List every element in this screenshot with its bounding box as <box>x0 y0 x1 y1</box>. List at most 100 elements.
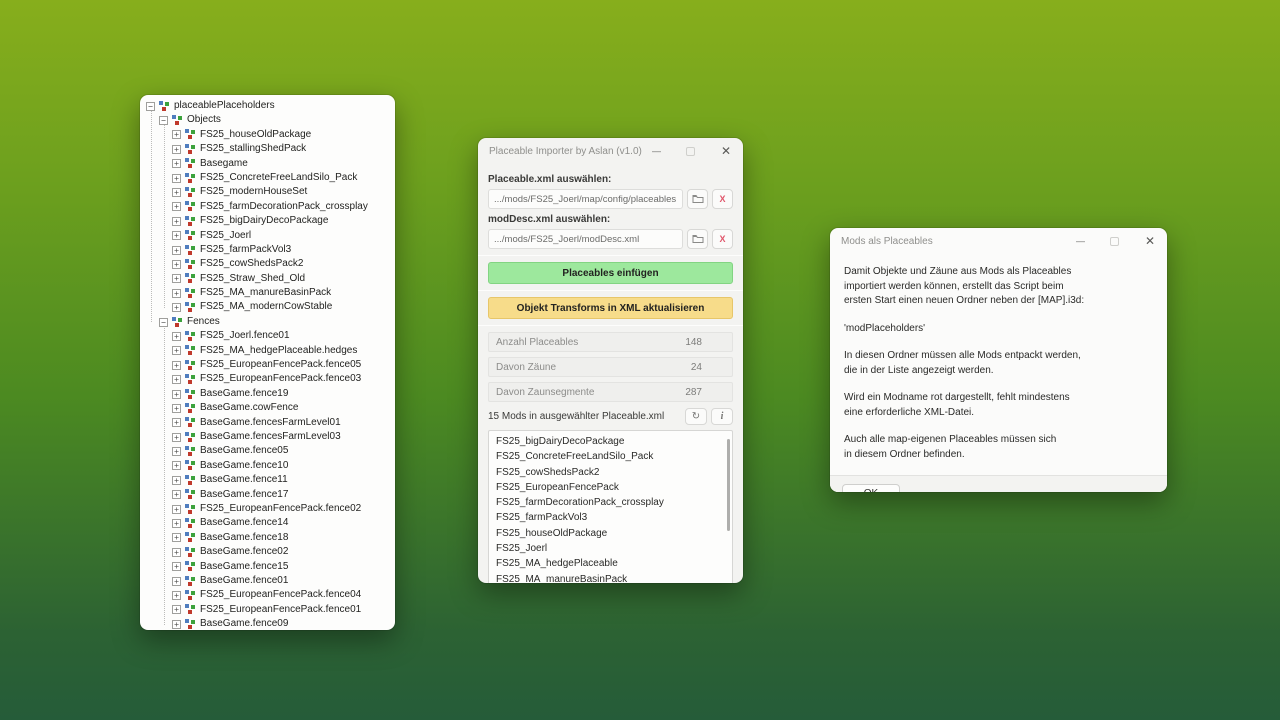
tree-item[interactable]: + FS25_bigDairyDecoPackage <box>140 214 395 228</box>
insert-placeables-button[interactable]: Placeables einfügen <box>488 262 733 284</box>
tree-item[interactable]: + BaseGame.fence02 <box>140 545 395 559</box>
expander-toggle-icon[interactable]: + <box>172 202 181 211</box>
expander-toggle-icon[interactable]: + <box>172 303 181 312</box>
tree-item[interactable]: + BaseGame.fence19 <box>140 387 395 401</box>
maximize-icon[interactable] <box>1110 237 1119 246</box>
expander-toggle-icon[interactable]: + <box>172 404 181 413</box>
info-button[interactable]: i <box>711 408 733 425</box>
close-icon[interactable]: ✕ <box>721 145 731 157</box>
browse-placeable-button[interactable] <box>687 189 708 209</box>
tree-item[interactable]: + BaseGame.fencesFarmLevel01 <box>140 416 395 430</box>
expander-toggle-icon[interactable]: + <box>172 159 181 168</box>
close-icon[interactable]: ✕ <box>1145 235 1155 247</box>
mod-list-item[interactable]: FS25_MA_manureBasinPack <box>489 572 732 583</box>
tree-item[interactable]: + FS25_EuropeanFencePack.fence03 <box>140 372 395 386</box>
tree-item[interactable]: + FS25_Joerl.fence01 <box>140 329 395 343</box>
ok-button[interactable]: OK <box>842 484 900 492</box>
expander-toggle-icon[interactable]: + <box>172 605 181 614</box>
tree-item[interactable]: + FS25_EuropeanFencePack.fence05 <box>140 358 395 372</box>
expander-toggle-icon[interactable]: + <box>172 260 181 269</box>
tree-item[interactable]: + FS25_EuropeanFencePack.fence04 <box>140 588 395 602</box>
mod-list-item[interactable]: FS25_ConcreteFreeLandSilo_Pack <box>489 449 732 464</box>
tree-item[interactable]: + BaseGame.fence18 <box>140 531 395 545</box>
minimize-icon[interactable]: — <box>1076 237 1084 246</box>
tree-item[interactable]: + Basegame <box>140 157 395 171</box>
tree-item[interactable]: + BaseGame.fence09 <box>140 617 395 630</box>
tree-item[interactable]: + FS25_MA_manureBasinPack <box>140 286 395 300</box>
expander-toggle-icon[interactable]: + <box>172 447 181 456</box>
mod-list-item[interactable]: FS25_farmDecorationPack_crossplay <box>489 495 732 510</box>
tree-item[interactable]: + FS25_stallingShedPack <box>140 142 395 156</box>
expander-toggle-icon[interactable]: + <box>172 476 181 485</box>
expander-toggle-icon[interactable]: + <box>172 461 181 470</box>
expander-toggle-icon[interactable]: + <box>172 390 181 399</box>
tree-item[interactable]: + FS25_EuropeanFencePack.fence02 <box>140 502 395 516</box>
tree-item[interactable]: + FS25_EuropeanFencePack.fence01 <box>140 603 395 617</box>
expander-toggle-icon[interactable]: + <box>172 519 181 528</box>
tree-item[interactable]: + BaseGame.fence15 <box>140 560 395 574</box>
expander-toggle-icon[interactable]: + <box>172 490 181 499</box>
tree-item[interactable]: + FS25_farmDecorationPack_crossplay <box>140 200 395 214</box>
moddesc-xml-path-input[interactable] <box>488 229 683 249</box>
expander-toggle-icon[interactable]: + <box>172 246 181 255</box>
tree-item[interactable]: + BaseGame.fence11 <box>140 473 395 487</box>
tree-item[interactable]: − Fences <box>140 315 395 329</box>
expander-toggle-icon[interactable]: + <box>172 577 181 586</box>
tree-item[interactable]: + BaseGame.fence05 <box>140 444 395 458</box>
expander-toggle-icon[interactable]: + <box>172 174 181 183</box>
browse-moddesc-button[interactable] <box>687 229 708 249</box>
tree-item[interactable]: + BaseGame.fence14 <box>140 516 395 530</box>
tree-item[interactable]: + FS25_cowShedsPack2 <box>140 257 395 271</box>
tree-item[interactable]: + FS25_Straw_Shed_Old <box>140 272 395 286</box>
expander-toggle-icon[interactable]: + <box>172 375 181 384</box>
expander-toggle-icon[interactable]: + <box>172 231 181 240</box>
tree-item[interactable]: + FS25_modernHouseSet <box>140 185 395 199</box>
tree-item[interactable]: + FS25_MA_hedgePlaceable.hedges <box>140 344 395 358</box>
expander-toggle-icon[interactable]: + <box>172 274 181 283</box>
expander-toggle-icon[interactable]: + <box>172 130 181 139</box>
mod-list-item[interactable]: FS25_cowShedsPack2 <box>489 465 732 480</box>
expander-toggle-icon[interactable]: + <box>172 562 181 571</box>
tree-item[interactable]: − placeablePlaceholders <box>140 99 395 113</box>
expander-toggle-icon[interactable]: + <box>172 332 181 341</box>
tree-item[interactable]: − Objects <box>140 113 395 127</box>
tree-item[interactable]: + BaseGame.fence10 <box>140 459 395 473</box>
tree-item[interactable]: + FS25_farmPackVol3 <box>140 243 395 257</box>
tree-item[interactable]: + BaseGame.cowFence <box>140 401 395 415</box>
mod-list-item[interactable]: FS25_Joerl <box>489 541 732 556</box>
expander-toggle-icon[interactable]: + <box>172 217 181 226</box>
expander-toggle-icon[interactable]: − <box>159 318 168 327</box>
expander-toggle-icon[interactable]: + <box>172 433 181 442</box>
mod-list-item[interactable]: FS25_bigDairyDecoPackage <box>489 434 732 449</box>
expander-toggle-icon[interactable]: + <box>172 591 181 600</box>
expander-toggle-icon[interactable]: + <box>172 289 181 298</box>
expander-toggle-icon[interactable]: + <box>172 188 181 197</box>
refresh-button[interactable]: ↻ <box>685 408 707 425</box>
scrollbar-thumb[interactable] <box>727 439 730 531</box>
tree-item[interactable]: + BaseGame.fence01 <box>140 574 395 588</box>
mod-list-item[interactable]: FS25_farmPackVol3 <box>489 510 732 525</box>
clear-placeable-button[interactable]: X <box>712 189 733 209</box>
expander-toggle-icon[interactable]: + <box>172 418 181 427</box>
expander-toggle-icon[interactable]: + <box>172 548 181 557</box>
expander-toggle-icon[interactable]: − <box>159 116 168 125</box>
update-transforms-button[interactable]: Objekt Transforms in XML aktualisieren <box>488 297 733 319</box>
mod-list-item[interactable]: FS25_MA_hedgePlaceable <box>489 556 732 571</box>
tree-item[interactable]: + FS25_ConcreteFreeLandSilo_Pack <box>140 171 395 185</box>
expander-toggle-icon[interactable]: − <box>146 102 155 111</box>
placeable-xml-path-input[interactable] <box>488 189 683 209</box>
minimize-icon[interactable]: — <box>652 147 660 156</box>
tree-item[interactable]: + BaseGame.fence17 <box>140 488 395 502</box>
clear-moddesc-button[interactable]: X <box>712 229 733 249</box>
expander-toggle-icon[interactable]: + <box>172 533 181 542</box>
tree-item[interactable]: + FS25_houseOldPackage <box>140 128 395 142</box>
expander-toggle-icon[interactable]: + <box>172 145 181 154</box>
tree-item[interactable]: + FS25_MA_modernCowStable <box>140 300 395 314</box>
tree-item[interactable]: + FS25_Joerl <box>140 229 395 243</box>
mod-list-item[interactable]: FS25_houseOldPackage <box>489 526 732 541</box>
mod-list-item[interactable]: FS25_EuropeanFencePack <box>489 480 732 495</box>
expander-toggle-icon[interactable]: + <box>172 346 181 355</box>
expander-toggle-icon[interactable]: + <box>172 620 181 629</box>
tree-item[interactable]: + BaseGame.fencesFarmLevel03 <box>140 430 395 444</box>
maximize-icon[interactable] <box>686 147 695 156</box>
